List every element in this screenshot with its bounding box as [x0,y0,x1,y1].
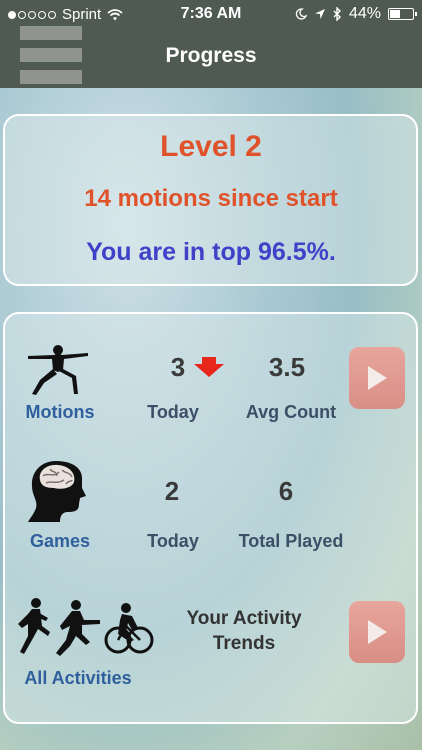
moon-icon [295,8,307,20]
top-bar: Sprint 7:36 AM 44% Progress [0,0,422,88]
activities-icon [18,598,154,656]
play-icon [368,366,387,390]
level-label: Level 2 [160,130,262,163]
games-label: Games [29,531,91,551]
games-total-value: 6 [278,476,294,506]
yoga-pose-icon [28,345,88,395]
activity-trends-line1: Your Activity [186,608,302,629]
motions-today-label: Today [147,402,199,422]
red-down-arrow-icon [194,357,224,377]
games-today-value: 2 [164,476,180,506]
motions-avg-label: Avg Count [245,402,337,422]
activity-trends-label: Your Activity Trends [168,606,320,656]
bluetooth-icon [333,7,341,21]
motions-play-button[interactable] [349,347,405,409]
games-today-label: Today [147,531,199,551]
battery-percent: 44% [348,5,381,22]
motions-since-start: 14 motions since start [84,185,338,212]
activity-trends-line2: Trends [212,633,276,654]
activity-trends-play-button[interactable] [349,601,405,663]
play-icon [368,620,387,644]
games-total-label: Total Played [238,531,344,551]
motions-today-value: 3 [170,352,186,382]
page-title: Progress [165,44,257,67]
location-icon [314,9,325,19]
motions-label: Motions [25,402,95,422]
motions-avg-value: 3.5 [268,352,306,382]
brain-head-icon [28,461,86,522]
battery-icon [388,8,417,20]
rank-label: You are in top 96.5%. [86,238,336,266]
all-activities-label: All Activities [24,668,132,688]
status-right: 44% [295,5,417,23]
